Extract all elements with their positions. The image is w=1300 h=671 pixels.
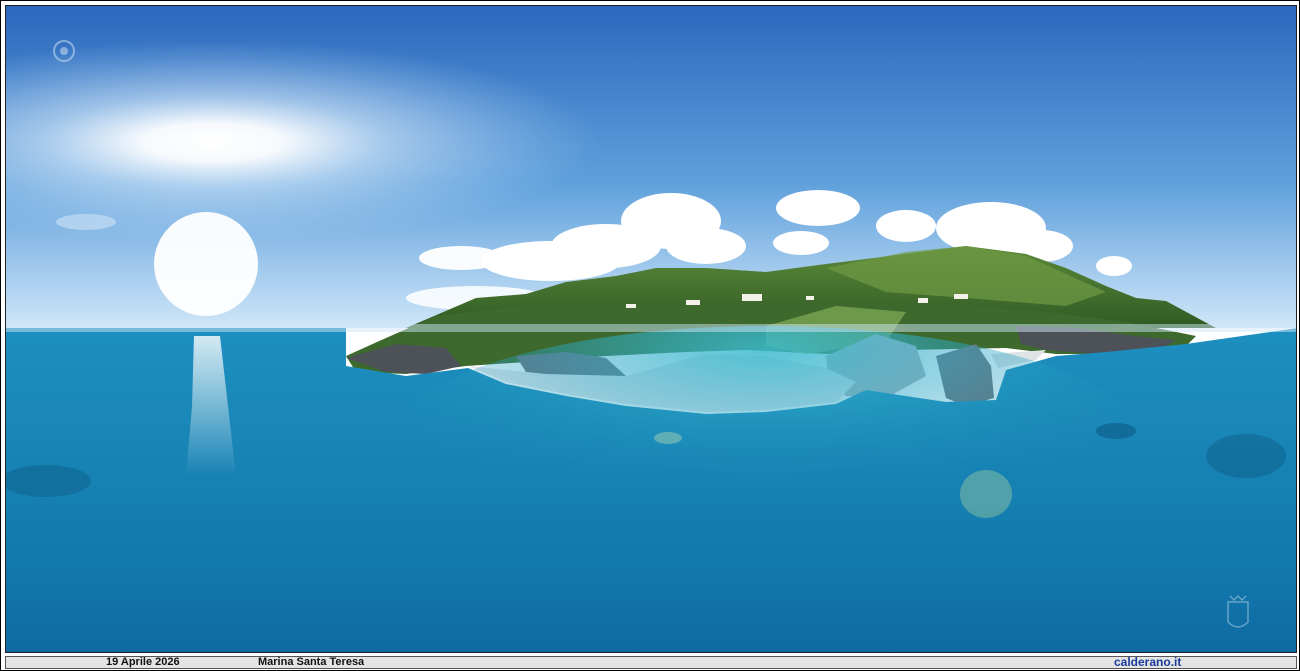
panorama-photo bbox=[5, 5, 1297, 653]
sun bbox=[154, 212, 258, 316]
site-link[interactable]: calderano.it bbox=[1114, 656, 1181, 668]
photo-location: Marina Santa Teresa bbox=[258, 656, 365, 668]
shallow-water bbox=[386, 326, 1146, 566]
page-frame: 19 Aprile 2026 Marina Santa Teresa calde… bbox=[0, 0, 1300, 671]
caption-bar: 19 Aprile 2026 Marina Santa Teresa calde… bbox=[5, 656, 1297, 669]
photo-date: 19 Aprile 2026 bbox=[106, 656, 180, 668]
horizon bbox=[6, 324, 1296, 332]
reef bbox=[960, 470, 1012, 518]
